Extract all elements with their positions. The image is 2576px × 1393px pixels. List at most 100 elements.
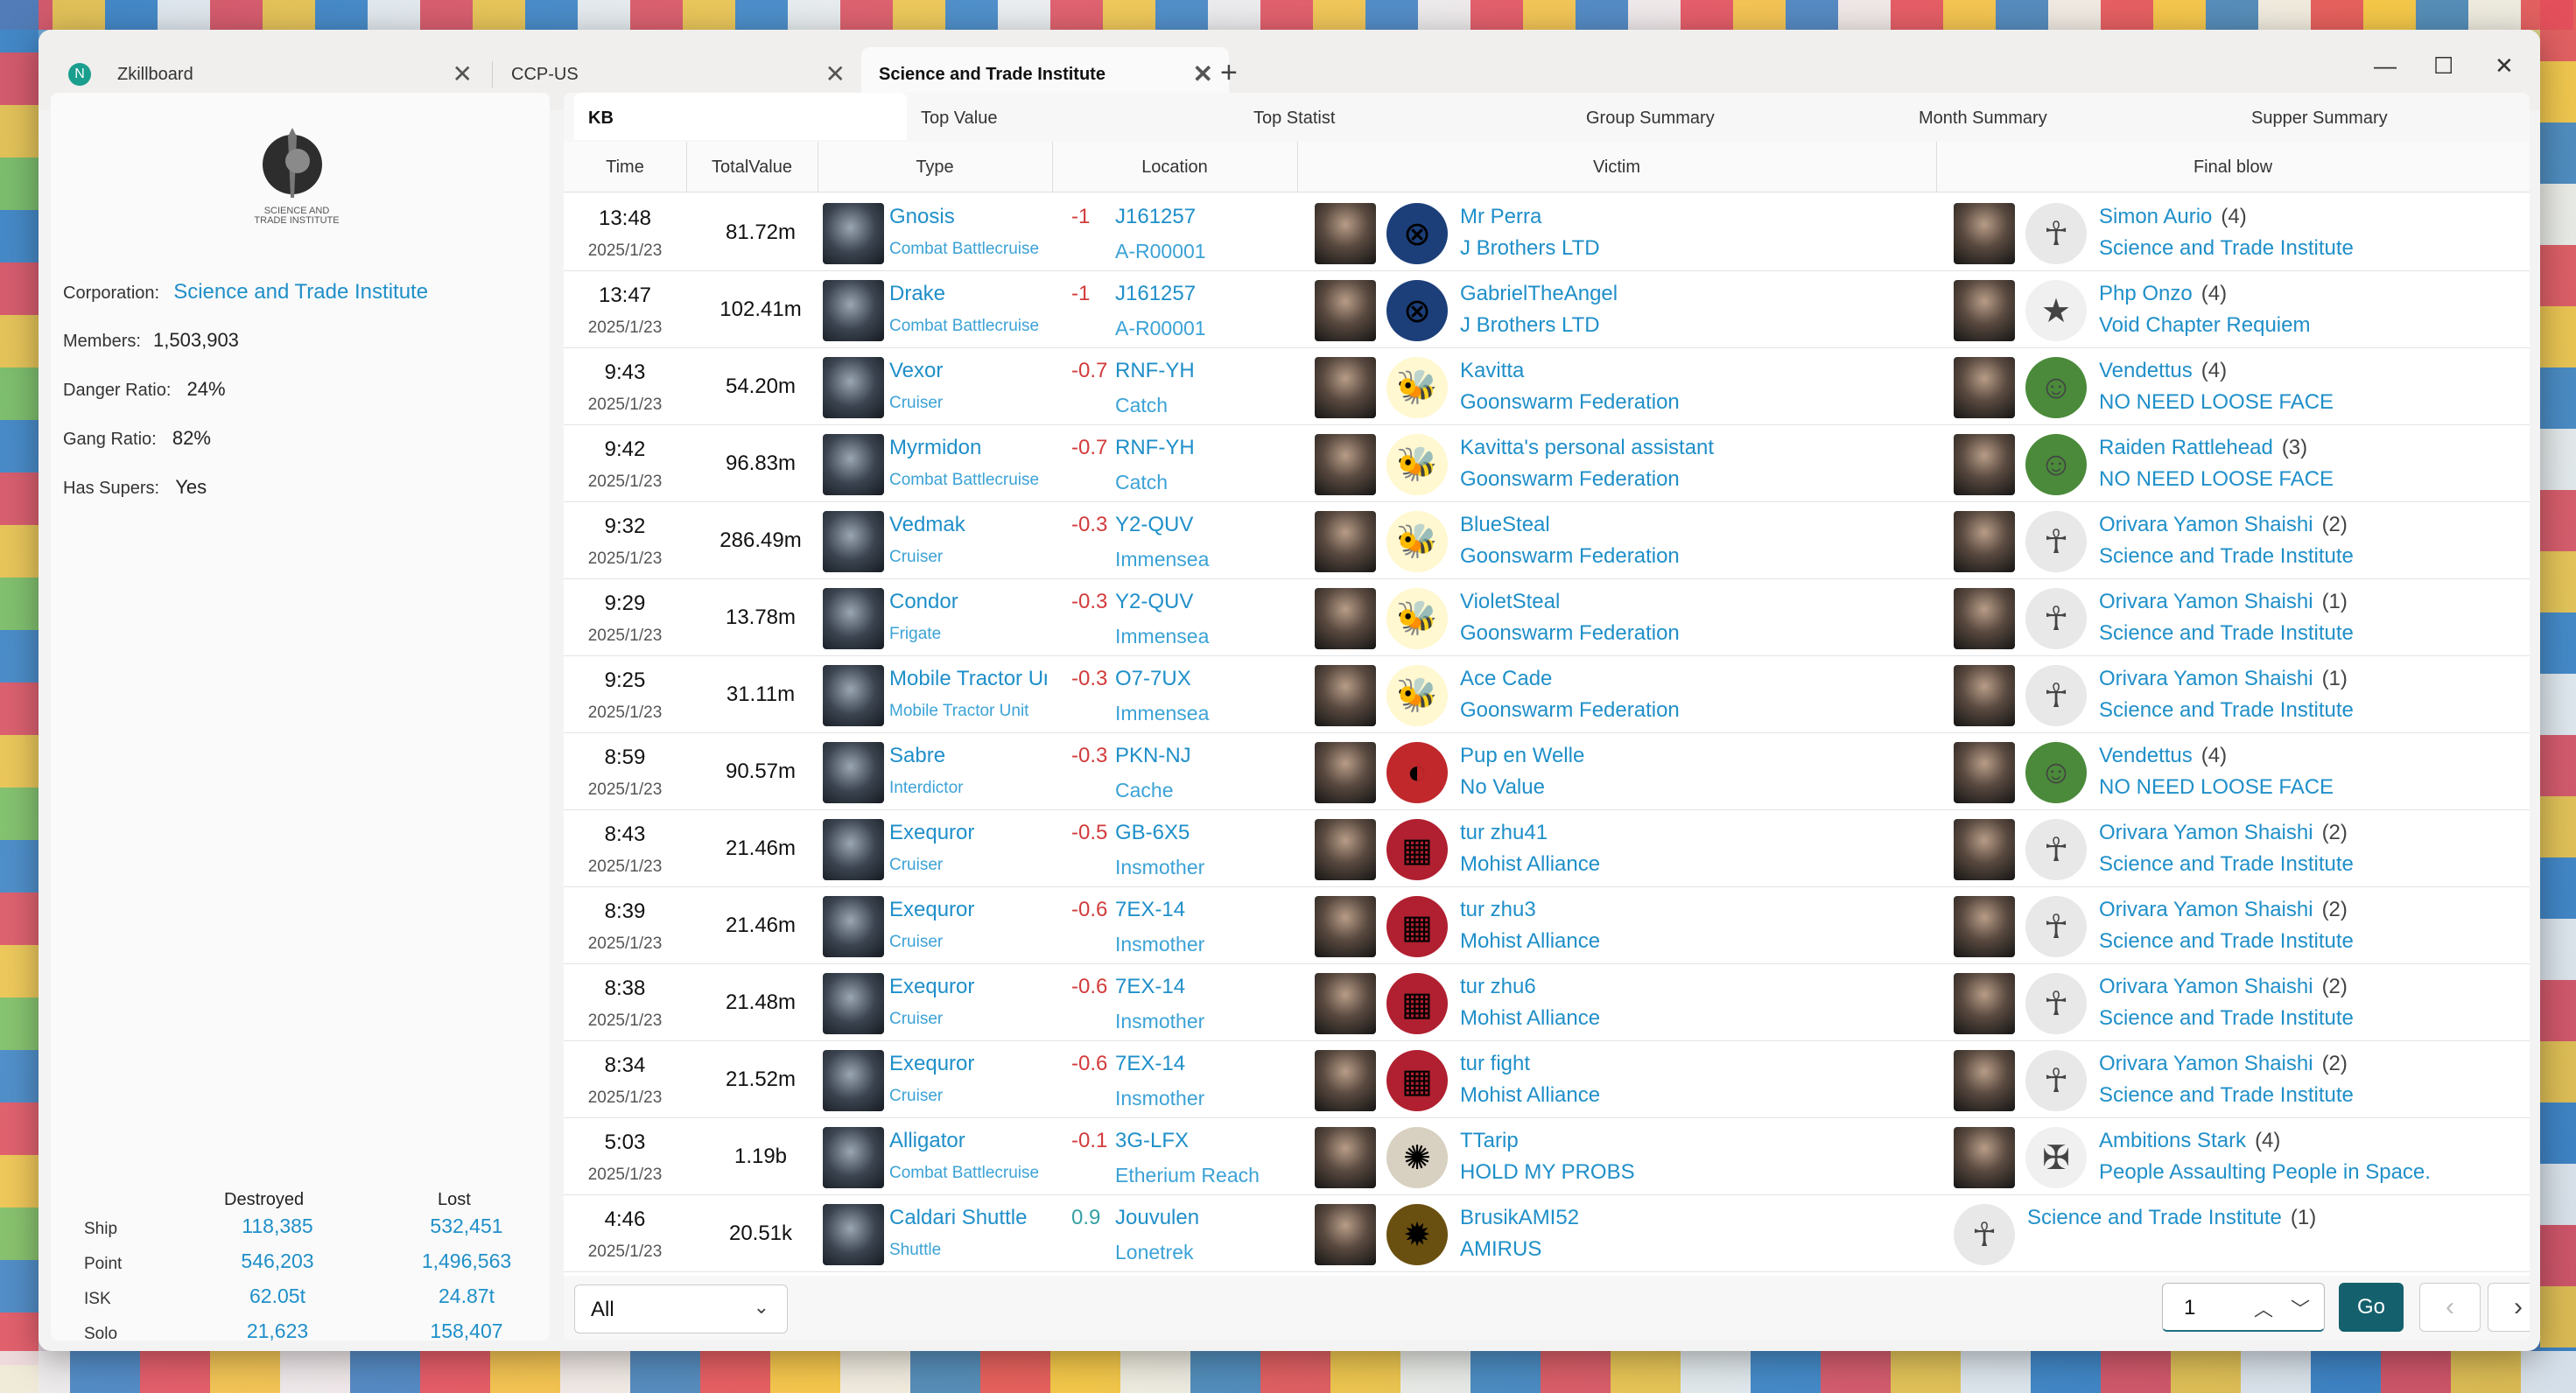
- final-blow-portrait[interactable]: [1954, 434, 2015, 495]
- tab-top-value[interactable]: Top Value: [907, 93, 1239, 140]
- final-blow-corp-icon[interactable]: ☥: [2025, 511, 2087, 572]
- system-link[interactable]: J161257: [1115, 205, 1196, 229]
- final-blow-portrait[interactable]: [1954, 203, 2015, 264]
- table-row[interactable]: 13:48 2025/1/23 81.72m Gnosis Combat Bat…: [564, 194, 2530, 271]
- victim-portrait[interactable]: [1315, 819, 1376, 880]
- final-blow-corp-link[interactable]: Science and Trade Institute: [2099, 621, 2354, 646]
- final-blow-portrait[interactable]: [1954, 896, 2015, 957]
- col-victim[interactable]: Victim: [1297, 158, 1936, 178]
- ship-icon[interactable]: [823, 896, 884, 957]
- final-blow-portrait[interactable]: [1954, 357, 2015, 418]
- victim-corp-icon[interactable]: 🐝: [1386, 434, 1448, 495]
- stat-lost[interactable]: 24.87t: [410, 1284, 523, 1308]
- increment-icon[interactable]: ︿: [2254, 1294, 2273, 1322]
- table-row[interactable]: 8:38 2025/1/23 21.48m Exequror Cruiser -…: [564, 964, 2530, 1041]
- ship-icon[interactable]: [823, 434, 884, 495]
- final-blow-name-link[interactable]: Php Onzo (4): [2099, 282, 2227, 306]
- region-link[interactable]: Etherium Reach: [1115, 1164, 1260, 1187]
- close-icon[interactable]: ✕: [825, 60, 846, 88]
- victim-corp-link[interactable]: Goonswarm Federation: [1460, 467, 1680, 492]
- system-link[interactable]: RNF-YH: [1115, 436, 1195, 460]
- system-link[interactable]: 3G-LFX: [1115, 1129, 1189, 1153]
- system-link[interactable]: RNF-YH: [1115, 359, 1195, 383]
- tab-top-statist[interactable]: Top Statist: [1239, 93, 1572, 140]
- ship-class[interactable]: Cruiser: [889, 1010, 1047, 1029]
- col-final-blow[interactable]: Final blow: [1936, 158, 2530, 178]
- victim-corp-link[interactable]: J Brothers LTD: [1460, 313, 1600, 338]
- prev-page-button[interactable]: ‹: [2419, 1283, 2481, 1332]
- victim-corp-link[interactable]: AMIRUS: [1460, 1237, 1541, 1262]
- victim-corp-link[interactable]: Mohist Alliance: [1460, 1083, 1600, 1108]
- final-blow-corp-icon[interactable]: ☺: [2025, 357, 2087, 418]
- tab-month-summary[interactable]: Month Summary: [1905, 93, 2237, 140]
- ship-class[interactable]: Cruiser: [889, 548, 1047, 567]
- victim-portrait[interactable]: [1315, 973, 1376, 1034]
- victim-name-link[interactable]: GabrielTheAngel: [1460, 282, 1618, 306]
- region-link[interactable]: Catch: [1115, 394, 1168, 417]
- ship-icon[interactable]: [823, 280, 884, 341]
- final-blow-name-link[interactable]: Orivara Yamon Shaishi (2): [2099, 513, 2348, 537]
- region-link[interactable]: A-R00001: [1115, 240, 1206, 263]
- final-blow-name-link[interactable]: Science and Trade Institute (1): [2027, 1206, 2316, 1230]
- system-link[interactable]: O7-7UX: [1115, 667, 1191, 691]
- final-blow-name[interactable]: Vendettus: [2099, 359, 2193, 382]
- region-link[interactable]: Insmother: [1115, 933, 1204, 956]
- ship-class[interactable]: Frigate: [889, 625, 1047, 644]
- final-blow-name[interactable]: Science and Trade Institute: [2027, 1206, 2282, 1229]
- victim-name-link[interactable]: Mr Perra: [1460, 205, 1541, 229]
- victim-corp-icon[interactable]: ▦: [1386, 1050, 1448, 1111]
- victim-portrait[interactable]: [1315, 896, 1376, 957]
- table-row[interactable]: 8:59 2025/1/23 90.57m Sabre Interdictor …: [564, 733, 2530, 810]
- page-number-input[interactable]: 1 ︿ ﹀: [2162, 1283, 2325, 1332]
- victim-name-link[interactable]: tur zhu41: [1460, 821, 1548, 845]
- ship-class[interactable]: Cruiser: [889, 1087, 1047, 1106]
- ship-icon[interactable]: [823, 665, 884, 726]
- decrement-icon[interactable]: ﹀: [2291, 1294, 2310, 1322]
- victim-corp-link[interactable]: Goonswarm Federation: [1460, 621, 1680, 646]
- victim-portrait[interactable]: [1315, 742, 1376, 803]
- close-icon[interactable]: ✕: [453, 60, 473, 88]
- victim-corp-link[interactable]: Goonswarm Federation: [1460, 544, 1680, 569]
- ship-name-link[interactable]: Alligator: [889, 1129, 1047, 1153]
- final-blow-name[interactable]: Php Onzo: [2099, 282, 2193, 305]
- stat-lost[interactable]: 1,496,563: [410, 1250, 523, 1273]
- table-row[interactable]: 9:29 2025/1/23 13.78m Condor Frigate -0.…: [564, 579, 2530, 656]
- victim-corp-icon[interactable]: ✹: [1386, 1204, 1448, 1265]
- ship-icon[interactable]: [823, 973, 884, 1034]
- ship-class[interactable]: Combat Battlecruise: [889, 240, 1047, 259]
- final-blow-corp-icon[interactable]: ☥: [2025, 819, 2087, 880]
- system-link[interactable]: 7EX-14: [1115, 975, 1185, 999]
- region-link[interactable]: Catch: [1115, 471, 1168, 494]
- final-blow-corp-link[interactable]: Void Chapter Requiem: [2099, 313, 2310, 338]
- final-blow-corp-link[interactable]: Science and Trade Institute: [2099, 1006, 2354, 1031]
- ship-icon[interactable]: [823, 819, 884, 880]
- victim-portrait[interactable]: [1315, 1050, 1376, 1111]
- ship-icon[interactable]: [823, 588, 884, 649]
- filter-dropdown[interactable]: All ⌄: [574, 1284, 788, 1334]
- ship-class[interactable]: Cruiser: [889, 856, 1047, 875]
- ship-name-link[interactable]: Vexor: [889, 359, 1047, 383]
- ship-class[interactable]: Combat Battlecruise: [889, 1164, 1047, 1183]
- final-blow-corp-icon[interactable]: ★: [2025, 280, 2087, 341]
- ship-name-link[interactable]: Drake: [889, 282, 1047, 306]
- ship-name-link[interactable]: Exequror: [889, 898, 1047, 922]
- final-blow-corp-link[interactable]: Science and Trade Institute: [2099, 1083, 2354, 1108]
- table-row[interactable]: 4:46 2025/1/23 20.51k Caldari Shuttle Sh…: [564, 1195, 2530, 1272]
- stat-lost[interactable]: 532,451: [410, 1214, 523, 1238]
- final-blow-name-link[interactable]: Vendettus (4): [2099, 744, 2227, 768]
- ship-icon[interactable]: [823, 511, 884, 572]
- victim-corp-icon[interactable]: 🐝: [1386, 357, 1448, 418]
- system-link[interactable]: 7EX-14: [1115, 898, 1185, 922]
- victim-corp-link[interactable]: J Brothers LTD: [1460, 236, 1600, 261]
- ship-name-link[interactable]: Exequror: [889, 821, 1047, 845]
- final-blow-corp-icon[interactable]: ☥: [2025, 588, 2087, 649]
- table-row[interactable]: 9:32 2025/1/23 286.49m Vedmak Cruiser -0…: [564, 502, 2530, 579]
- final-blow-corp-link[interactable]: NO NEED LOOSE FACE: [2099, 467, 2334, 492]
- final-blow-corp-icon[interactable]: ✠: [2025, 1127, 2087, 1188]
- final-blow-portrait[interactable]: [1954, 1050, 2015, 1111]
- victim-corp-link[interactable]: Mohist Alliance: [1460, 1006, 1600, 1031]
- ship-class[interactable]: Interdictor: [889, 779, 1047, 798]
- system-link[interactable]: Y2-QUV: [1115, 513, 1193, 537]
- victim-name-link[interactable]: Kavitta's personal assistant: [1460, 436, 1714, 460]
- victim-corp-link[interactable]: Mohist Alliance: [1460, 852, 1600, 877]
